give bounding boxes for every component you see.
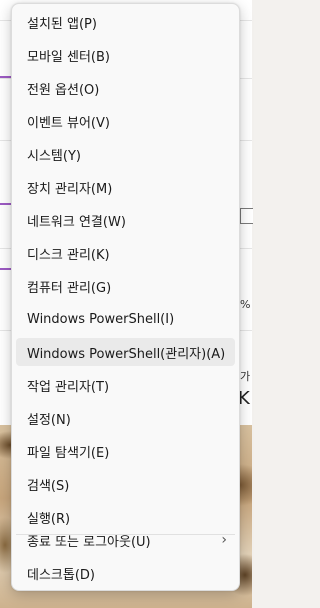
- menu-item-computer-management[interactable]: 컴퓨터 관리(G): [16, 272, 235, 300]
- menu-item-label: 검색(S): [27, 478, 70, 494]
- menu-item-label: 전원 옵션(O): [27, 82, 100, 98]
- menu-item-label: 컴퓨터 관리(G): [27, 280, 112, 296]
- background-control: [240, 208, 253, 224]
- menu-item-settings[interactable]: 설정(N): [16, 404, 235, 432]
- menu-item-label: 설치된 앱(P): [27, 16, 97, 32]
- menu-item-label: 네트워크 연결(W): [27, 214, 126, 230]
- menu-item-label: 디스크 관리(K): [27, 247, 110, 263]
- menu-item-label: 모바일 센터(B): [27, 49, 110, 65]
- menu-item-event-viewer[interactable]: 이벤트 뷰어(V): [16, 107, 235, 135]
- menu-item-installed-apps[interactable]: 설치된 앱(P): [16, 8, 235, 36]
- menu-item-label: 데스크톱(D): [27, 567, 95, 583]
- menu-item-system[interactable]: 시스템(Y): [16, 140, 235, 168]
- menu-item-mobility-center[interactable]: 모바일 센터(B): [16, 41, 235, 69]
- menu-item-power-options[interactable]: 전원 옵션(O): [16, 74, 235, 102]
- menu-item-windows-powershell-admin[interactable]: Windows PowerShell(관리자)(A): [16, 338, 235, 366]
- background-percent-text: %: [240, 298, 251, 311]
- menu-item-label: 이벤트 뷰어(V): [27, 115, 110, 131]
- menu-item-task-manager[interactable]: 작업 관리자(T): [16, 371, 235, 399]
- menu-item-label: 시스템(Y): [27, 148, 81, 164]
- menu-item-label: 설정(N): [27, 412, 71, 428]
- chevron-right-icon: ›: [221, 532, 227, 548]
- menu-item-label: Windows PowerShell(I): [27, 311, 175, 327]
- background-label-text: 가: [240, 370, 251, 383]
- menu-item-file-explorer[interactable]: 파일 탐색기(E): [16, 437, 235, 465]
- menu-item-label: 작업 관리자(T): [27, 379, 110, 395]
- menu-item-search[interactable]: 검색(S): [16, 470, 235, 498]
- menu-item-disk-management[interactable]: 디스크 관리(K): [16, 239, 235, 267]
- menu-item-label: 파일 탐색기(E): [27, 445, 110, 461]
- menu-item-label: 장치 관리자(M): [27, 181, 113, 197]
- menu-item-network-connections[interactable]: 네트워크 연결(W): [16, 206, 235, 234]
- menu-item-label: 종료 또는 로그아웃(U): [27, 534, 151, 550]
- menu-item-device-manager[interactable]: 장치 관리자(M): [16, 173, 235, 201]
- menu-item-desktop[interactable]: 데스크톱(D): [16, 559, 235, 587]
- quick-link-context-menu: 설치된 앱(P) 모바일 센터(B) 전원 옵션(O) 이벤트 뷰어(V) 시스…: [11, 3, 240, 591]
- menu-item-shutdown-or-sign-out[interactable]: 종료 또는 로그아웃(U) ›: [16, 526, 235, 554]
- menu-item-windows-powershell[interactable]: Windows PowerShell(I): [16, 305, 235, 333]
- menu-item-label: Windows PowerShell(관리자)(A): [27, 346, 226, 362]
- menu-item-label: 실행(R): [27, 511, 71, 527]
